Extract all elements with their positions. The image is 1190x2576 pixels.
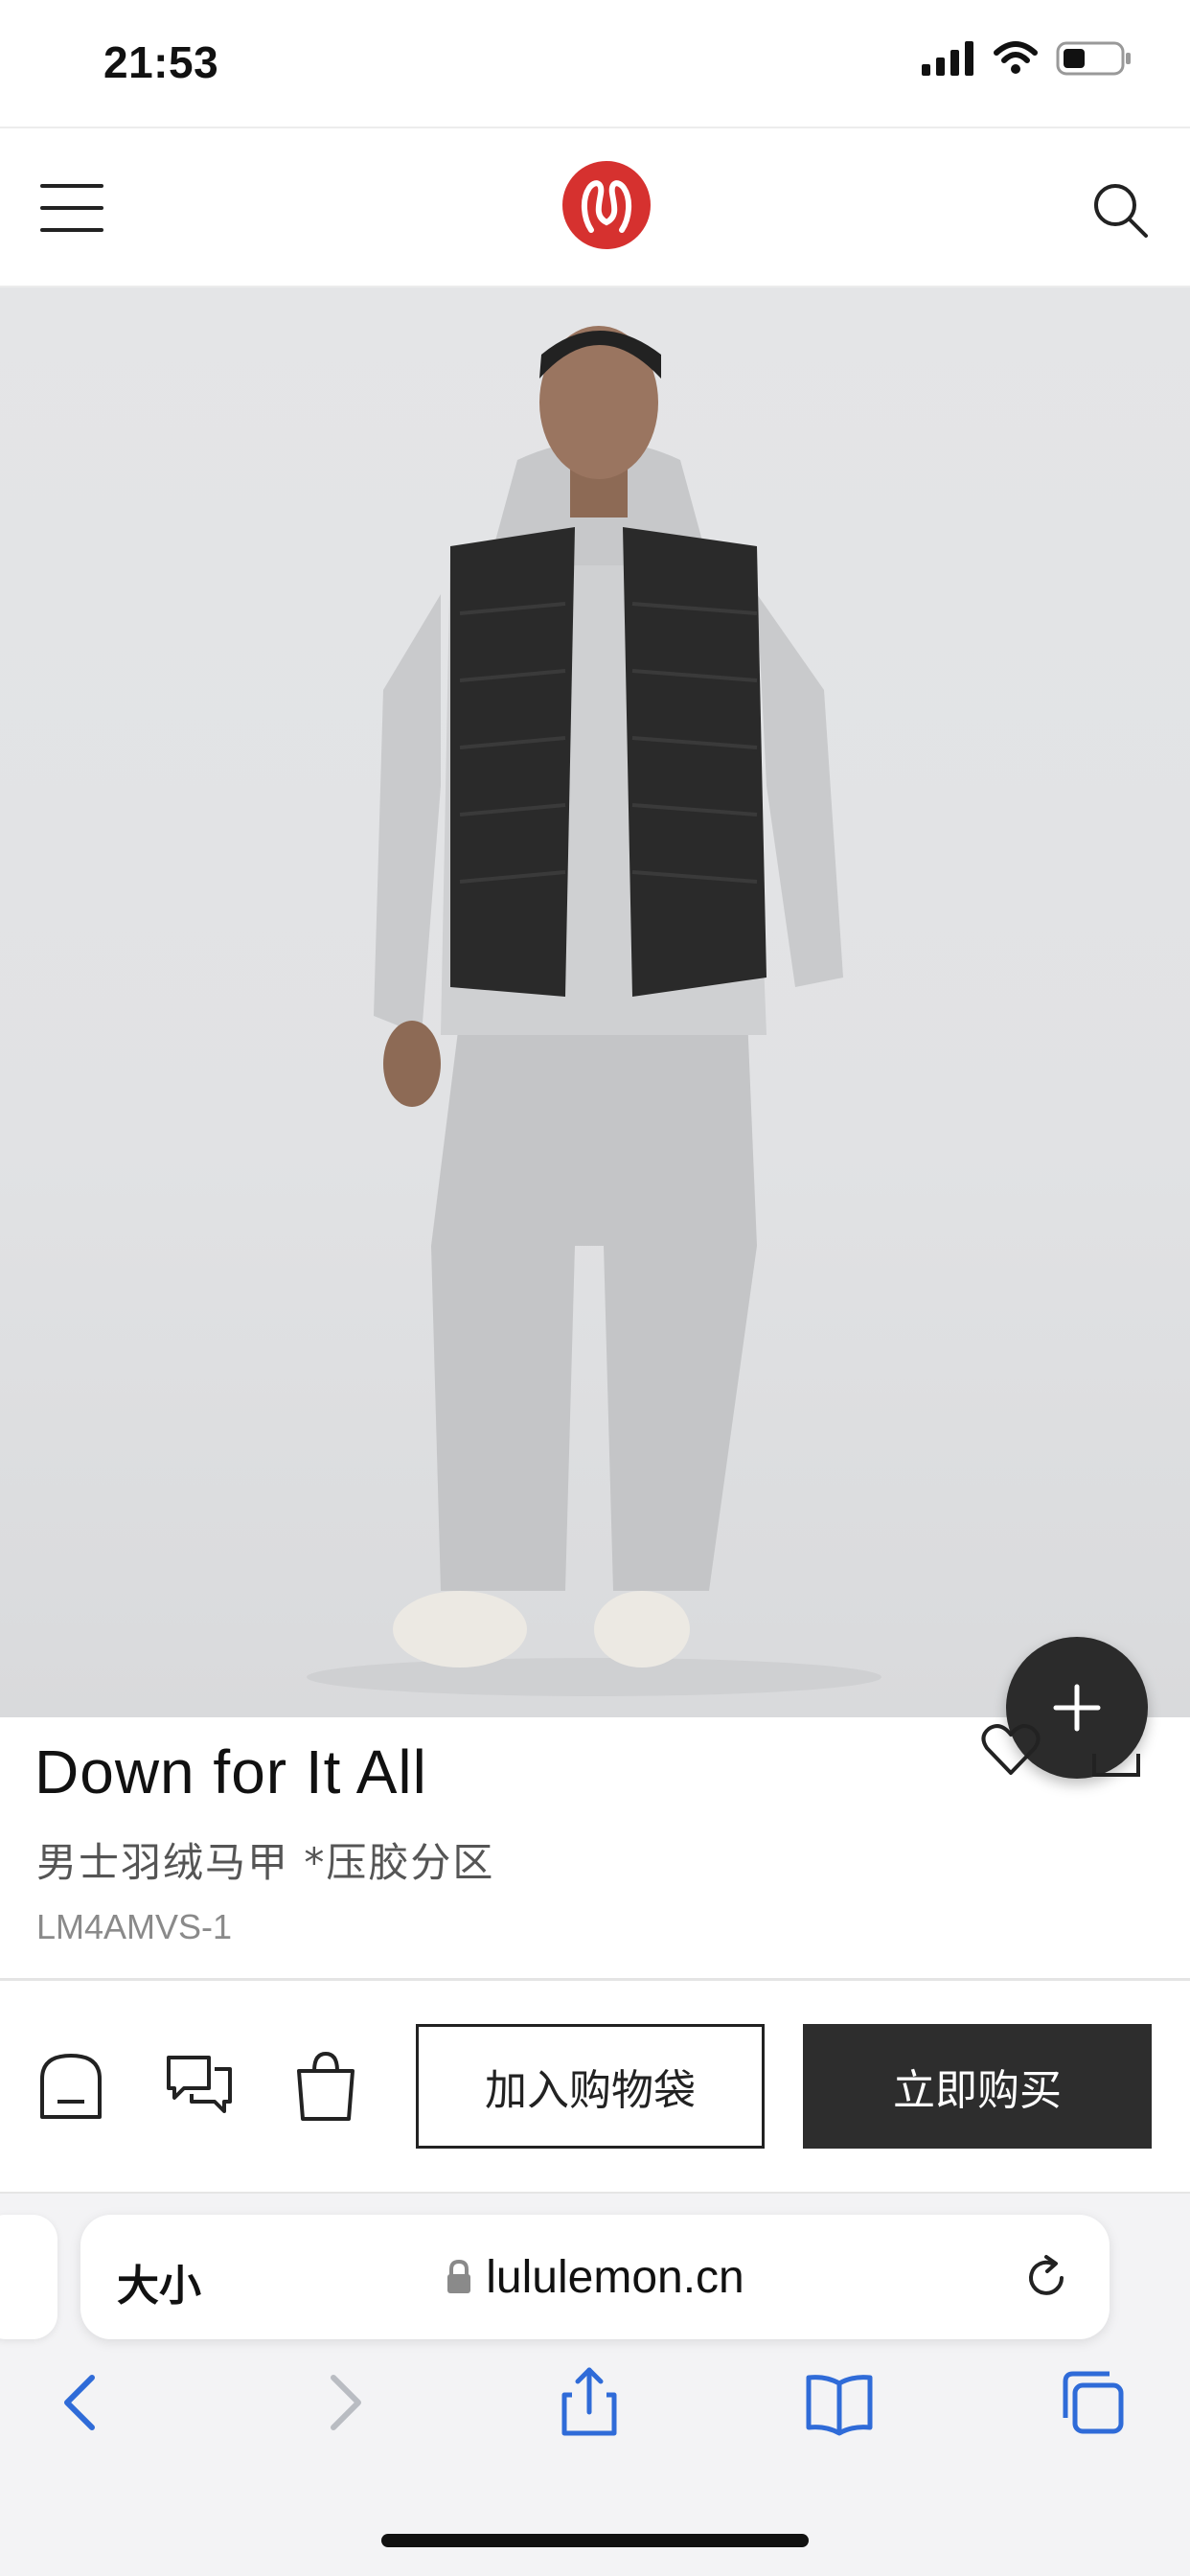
status-bar: 21:53 bbox=[0, 0, 1190, 126]
share-sheet-icon[interactable] bbox=[551, 2364, 628, 2441]
address-bar[interactable]: 大小 lululemon.cn bbox=[80, 2215, 1110, 2339]
heart-icon[interactable] bbox=[977, 1715, 1044, 1782]
tabs-icon[interactable] bbox=[1054, 2364, 1131, 2441]
cellular-signal-icon bbox=[922, 41, 973, 76]
product-sku: LM4AMVS-1 bbox=[36, 1907, 233, 1946]
purchase-action-bar: 加入购物袋 立即购买 bbox=[0, 1981, 1190, 2194]
home-indicator bbox=[381, 2534, 809, 2547]
product-name: Down for It All bbox=[34, 1737, 427, 1806]
browser-toolbar: 大小 lululemon.cn bbox=[0, 2194, 1190, 2576]
url-text: lululemon.cn bbox=[486, 2251, 744, 2303]
bookmarks-icon[interactable] bbox=[801, 2364, 878, 2441]
bag-icon[interactable] bbox=[289, 2048, 362, 2125]
url-display[interactable]: lululemon.cn bbox=[80, 2215, 1110, 2339]
reload-icon[interactable] bbox=[1019, 2251, 1073, 2305]
back-icon[interactable] bbox=[46, 2364, 123, 2441]
store-icon[interactable] bbox=[34, 2048, 107, 2125]
battery-icon bbox=[1056, 41, 1131, 76]
lululemon-logo[interactable] bbox=[562, 161, 651, 249]
status-time: 21:53 bbox=[103, 37, 219, 87]
forward-icon[interactable] bbox=[303, 2364, 379, 2441]
product-subtitle: 男士羽绒马甲 *压胶分区 bbox=[36, 1839, 495, 1886]
search-icon[interactable] bbox=[1088, 178, 1152, 242]
site-header bbox=[0, 126, 1190, 288]
wifi-icon bbox=[994, 41, 1038, 74]
lock-icon bbox=[447, 2260, 471, 2293]
product-image[interactable] bbox=[0, 288, 1190, 1717]
previous-tab-preview[interactable] bbox=[0, 2215, 57, 2339]
share-icon[interactable] bbox=[1083, 1715, 1150, 1782]
status-indicators bbox=[922, 40, 1133, 77]
chat-icon[interactable] bbox=[163, 2048, 236, 2125]
add-to-bag-button[interactable]: 加入购物袋 bbox=[416, 2024, 765, 2149]
menu-icon[interactable] bbox=[40, 184, 103, 232]
buy-now-button[interactable]: 立即购买 bbox=[803, 2024, 1152, 2149]
model-photo bbox=[307, 326, 881, 1696]
